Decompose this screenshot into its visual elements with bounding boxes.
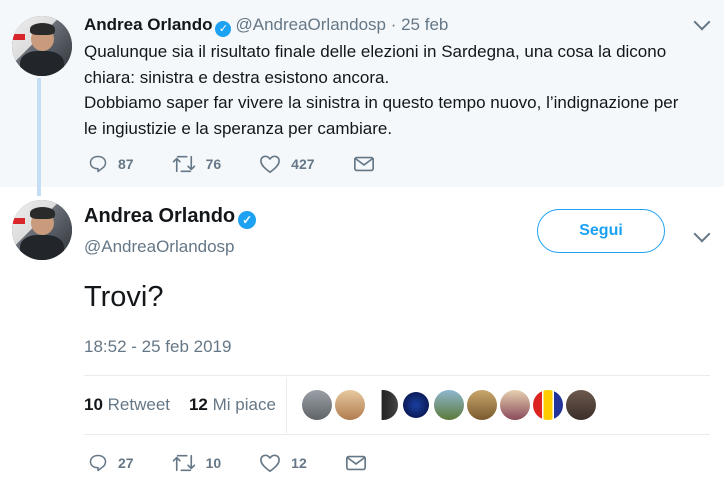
like-button[interactable]: 12: [259, 453, 307, 473]
like-stat-count: 12: [188, 395, 208, 414]
avatar[interactable]: [302, 390, 332, 420]
retweet-icon: [172, 454, 195, 472]
tweet-text-line: le ingiustizie e la speranza per cambiar…: [84, 118, 393, 138]
message-button[interactable]: [353, 155, 385, 173]
avatar[interactable]: [434, 390, 464, 420]
retweet-stat-count: 10: [84, 395, 103, 414]
avatar[interactable]: [368, 390, 398, 420]
parent-tweet-text: Qualunque sia il risultato finale delle …: [84, 39, 709, 141]
tweet-text-line: Dobbiamo saper far vivere la sinistra in…: [84, 93, 679, 112]
divider: [286, 377, 287, 433]
message-button[interactable]: [345, 454, 377, 472]
retweet-button[interactable]: 10: [172, 453, 222, 473]
like-button[interactable]: 427: [259, 154, 315, 174]
reply-icon: [89, 155, 107, 173]
like-stat-label: Mi piace: [212, 395, 276, 414]
reply-button[interactable]: 27: [88, 453, 134, 473]
divider: [84, 375, 710, 376]
author-name[interactable]: Andrea Orlando: [84, 15, 212, 34]
parent-tweet-actions: 87 76 427: [88, 154, 423, 174]
like-icon: [260, 454, 281, 472]
avatar[interactable]: [467, 390, 497, 420]
avatar[interactable]: [533, 390, 563, 420]
tweet-date[interactable]: · 25 feb: [391, 15, 449, 34]
reply-count: 87: [118, 156, 134, 172]
likers-avatars: [302, 390, 599, 420]
divider: [84, 434, 710, 435]
message-icon: [353, 156, 374, 172]
like-stat[interactable]: 12 Mi piace: [189, 395, 276, 414]
avatar[interactable]: [401, 390, 431, 420]
author-name[interactable]: Andrea Orlando: [84, 205, 235, 227]
verified-icon: ✓: [238, 211, 257, 229]
avatar[interactable]: [12, 16, 72, 76]
retweet-button[interactable]: 76: [172, 154, 222, 174]
like-icon: [260, 155, 281, 173]
message-icon: [345, 455, 366, 471]
verified-icon: ✓: [215, 21, 232, 37]
retweet-stat-label: Retweet: [107, 395, 171, 414]
tweet-text: Trovi?: [84, 281, 164, 313]
tweet-timestamp[interactable]: 18:52 - 25 feb 2019: [84, 337, 231, 357]
retweet-icon: [172, 155, 195, 173]
avatar[interactable]: [500, 390, 530, 420]
reply-count: 27: [118, 455, 134, 471]
avatar[interactable]: [566, 390, 596, 420]
chevron-down-icon[interactable]: [693, 225, 711, 243]
parent-tweet-header: Andrea Orlando ✓ @AndreaOrlandosp · 25 feb: [84, 15, 448, 37]
author-name-row: Andrea Orlando ✓: [84, 205, 260, 229]
avatar[interactable]: [12, 200, 72, 260]
reply-icon: [89, 454, 107, 472]
retweet-count: 76: [205, 156, 222, 172]
tweet-stats: 10 Retweet 12 Mi piace: [84, 395, 276, 415]
avatar[interactable]: [335, 390, 365, 420]
reply-button[interactable]: 87: [88, 154, 134, 174]
like-count: 427: [291, 156, 315, 172]
follow-button[interactable]: Segui: [537, 209, 665, 253]
author-handle[interactable]: @AndreaOrlandosp: [84, 237, 235, 257]
thread-line: [37, 78, 41, 196]
tweet-actions: 27 10 12: [88, 453, 415, 473]
author-handle[interactable]: @AndreaOrlandosp: [235, 15, 386, 34]
retweet-count: 10: [205, 455, 222, 471]
tweet-text-line: chiara: sinistra e destra esistono ancor…: [84, 67, 390, 87]
like-count: 12: [291, 455, 307, 471]
retweet-stat[interactable]: 10 Retweet: [84, 395, 170, 414]
tweet-text-line: Qualunque sia il risultato finale delle …: [84, 42, 667, 61]
